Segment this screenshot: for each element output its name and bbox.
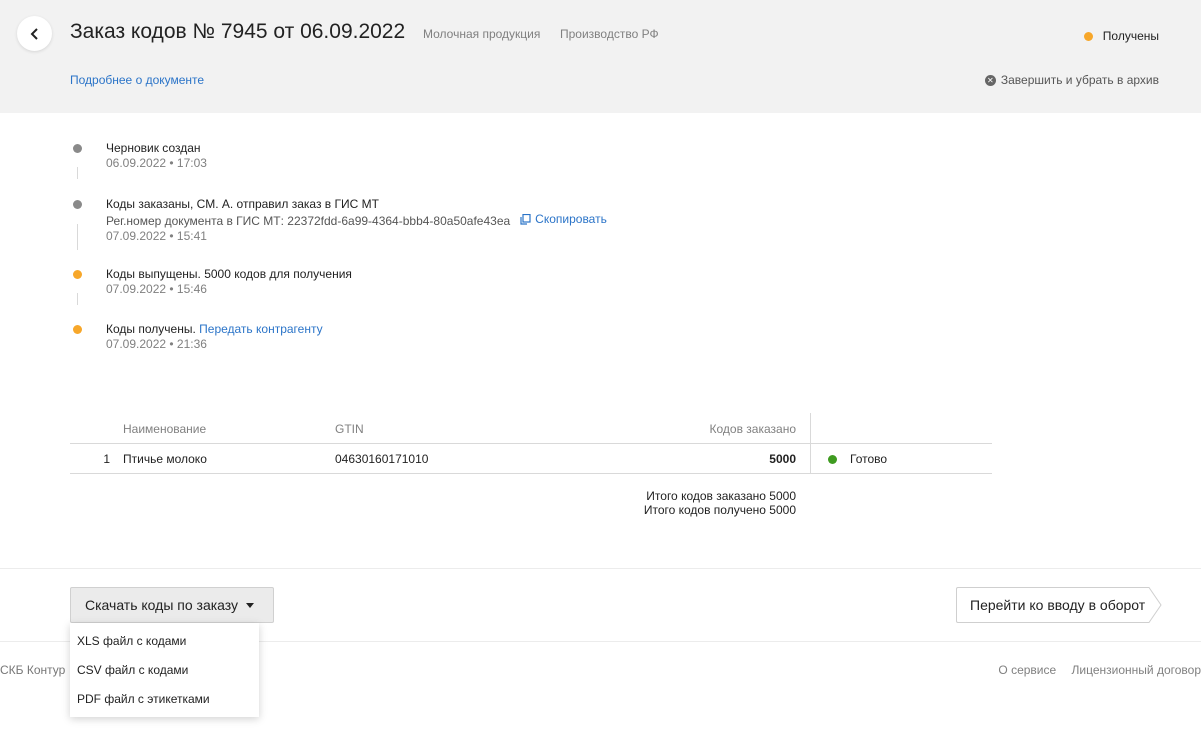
timeline-connector [77, 293, 78, 305]
event-title: Коды получены. [106, 322, 196, 336]
page-title: Заказ кодов № 7945 от 06.09.2022 [70, 20, 406, 43]
copy-button[interactable]: Скопировать [520, 212, 607, 227]
license-agreement-link[interactable]: Лицензионный договор [1072, 663, 1201, 677]
status-label: Получены [1102, 29, 1159, 43]
event-title: Черновик создан [106, 141, 201, 155]
row-status: Готово [828, 452, 887, 466]
total-ordered: Итого кодов заказано 5000 [644, 489, 796, 503]
event-title: Коды заказаны, СМ. А. отправил заказ в Г… [106, 197, 379, 211]
document-details-link[interactable]: Подробнее о документе [70, 73, 204, 87]
copyright: СКБ Контур [0, 663, 66, 677]
total-received-label: Итого кодов получено [643, 503, 766, 517]
status-badge: Получены [1083, 29, 1159, 43]
totals: Итого кодов заказано 5000 Итого кодов по… [644, 489, 796, 517]
close-circle-icon: ✕ [984, 74, 996, 86]
copy-icon [520, 214, 531, 225]
registration-number: Рег.номер документа в ГИС МТ: 22372fdd-6… [106, 214, 511, 228]
total-ordered-label: Итого кодов заказано [646, 489, 766, 503]
transfer-to-counterparty-link[interactable]: Передать контрагенту [199, 322, 322, 336]
timeline-connector [77, 167, 78, 179]
about-service-link[interactable]: О сервисе [998, 663, 1056, 677]
category-tag: Молочная продукция [423, 27, 541, 41]
product-name: Птичье молоко [123, 452, 207, 466]
total-received-value: 5000 [769, 503, 796, 517]
timeline-dot-icon [73, 144, 82, 153]
timeline-dot-icon [73, 325, 82, 334]
archive-label: Завершить и убрать в архив [1000, 73, 1159, 87]
download-codes-button[interactable]: Скачать коды по заказу [70, 587, 274, 623]
copy-label: Скопировать [535, 212, 607, 226]
total-received: Итого кодов получено 5000 [644, 503, 796, 517]
menu-item-csv[interactable]: CSV файл с кодами [70, 656, 259, 685]
caret-down-icon [246, 602, 255, 608]
event-time: 07.09.2022 • 21:36 [106, 337, 207, 351]
download-codes-label: Скачать коды по заказу [85, 597, 239, 613]
download-menu: XLS файл с кодами CSV файл с кодами PDF … [70, 623, 259, 717]
event-subtitle: Рег.номер документа в ГИС МТ: 22372fdd-6… [106, 212, 607, 229]
menu-item-xls[interactable]: XLS файл с кодами [70, 627, 259, 656]
codes-ordered: 5000 [769, 452, 796, 466]
column-header-count: Кодов заказано [709, 422, 797, 436]
footer-links: О сервисе Лицензионный договор [986, 663, 1201, 677]
timeline-dot-icon [73, 270, 82, 279]
event-title-row: Коды получены. Передать контрагенту [106, 322, 323, 337]
table-header: Наименование GTIN Кодов заказано [70, 413, 992, 444]
timeline-text: Коды заказаны, СМ. А. отправил заказ в Г… [106, 197, 607, 244]
origin-tag: Производство РФ [560, 27, 659, 41]
go-to-circulation-button[interactable]: Перейти ко вводу в оборот [956, 587, 1162, 623]
total-ordered-value: 5000 [769, 489, 796, 503]
product-gtin: 04630160171010 [335, 452, 429, 466]
timeline-connector [77, 224, 78, 250]
column-header-gtin: GTIN [335, 422, 364, 436]
column-divider [810, 413, 811, 474]
event-time: 06.09.2022 • 17:03 [106, 156, 207, 170]
archive-button[interactable]: ✕ Завершить и убрать в архив [984, 73, 1159, 87]
document-header: Заказ кодов № 7945 от 06.09.2022 Молочна… [0, 0, 1201, 113]
back-button[interactable] [17, 16, 52, 51]
row-status-label: Готово [850, 452, 888, 466]
status-dot-icon [1083, 31, 1093, 41]
event-title: Коды выпущены. 5000 кодов для получения [106, 267, 352, 281]
menu-item-pdf[interactable]: PDF файл с этикетками [70, 685, 259, 714]
timeline-text: Коды получены. Передать контрагенту 07.0… [106, 322, 323, 352]
timeline-dot-icon [73, 200, 82, 209]
timeline-text: Коды выпущены. 5000 кодов для получения … [106, 267, 352, 297]
timeline-text: Черновик создан 06.09.2022 • 17:03 [106, 141, 207, 171]
column-header-name: Наименование [123, 422, 207, 436]
chevron-left-icon [30, 27, 38, 40]
event-time: 07.09.2022 • 15:46 [106, 282, 207, 296]
go-to-circulation-label: Перейти ко вводу в оборот [970, 597, 1146, 613]
status-dot-icon [828, 454, 837, 464]
table-row: 1 Птичье молоко 04630160171010 5000 Гото… [70, 444, 992, 474]
event-time: 07.09.2022 • 15:41 [106, 229, 207, 243]
row-number: 1 [103, 452, 110, 466]
